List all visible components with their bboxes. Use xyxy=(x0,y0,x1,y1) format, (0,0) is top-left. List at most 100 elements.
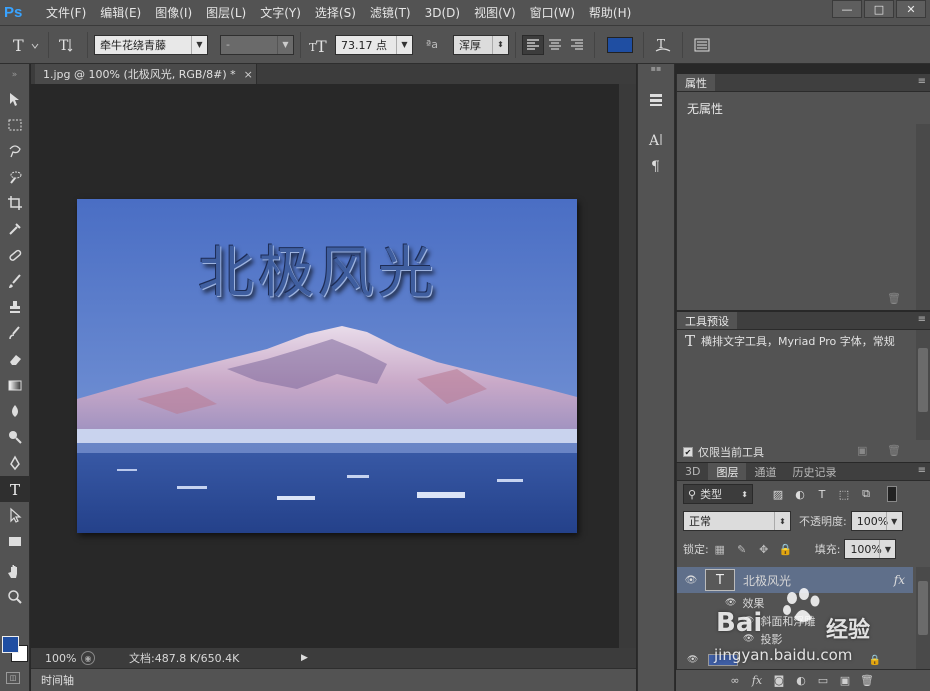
panel-menu-icon[interactable]: ≡ xyxy=(918,314,926,325)
align-center-button[interactable] xyxy=(544,35,566,55)
menu-3d[interactable]: 3D(D) xyxy=(425,6,460,20)
warp-text-icon[interactable]: T xyxy=(650,33,676,57)
menu-view[interactable]: 视图(V) xyxy=(474,4,516,21)
panel-grip-icon[interactable]: ▪▪ xyxy=(638,64,674,76)
trash-icon[interactable]: 🗑 xyxy=(887,444,901,457)
lock-position-icon[interactable]: ✥ xyxy=(753,543,775,556)
zoom-tool-icon[interactable] xyxy=(0,584,30,610)
hand-tool-icon[interactable] xyxy=(0,558,30,584)
lasso-tool-icon[interactable] xyxy=(0,138,30,164)
crop-tool-icon[interactable] xyxy=(0,190,30,216)
eye-icon[interactable]: 👁 xyxy=(725,598,736,608)
canvas-vertical-scrollbar[interactable] xyxy=(619,84,636,648)
trash-icon[interactable]: 🗑 xyxy=(887,292,901,305)
path-selection-tool-icon[interactable] xyxy=(0,502,30,528)
tab-layers[interactable]: 图层 xyxy=(708,463,747,480)
character-panel-icon[interactable]: A xyxy=(638,126,674,152)
menu-filter[interactable]: 滤镜(T) xyxy=(370,4,411,21)
move-tool-icon[interactable] xyxy=(0,86,30,112)
lock-transparent-icon[interactable]: ▦ xyxy=(709,543,731,556)
paragraph-panel-icon[interactable]: ¶ xyxy=(638,152,674,178)
font-family-select[interactable]: 牵牛花绕青藤 ▼ xyxy=(94,34,208,55)
panel-grip-icon[interactable]: » xyxy=(0,64,29,86)
add-mask-icon[interactable]: ◙ xyxy=(768,674,790,687)
close-tab-icon[interactable]: × xyxy=(244,68,253,81)
lock-image-icon[interactable]: ✎ xyxy=(731,543,753,556)
scrollbar-thumb[interactable] xyxy=(918,581,928,635)
clone-stamp-tool-icon[interactable] xyxy=(0,294,30,320)
zoom-level[interactable]: 100% xyxy=(31,652,77,665)
gradient-tool-icon[interactable] xyxy=(0,372,30,398)
filter-smart-object-icon[interactable]: ⧉ xyxy=(855,487,877,501)
brush-tool-icon[interactable] xyxy=(0,268,30,294)
panel-menu-icon[interactable]: ≡ xyxy=(918,76,926,87)
trash-icon[interactable]: 🗑 xyxy=(856,674,878,687)
menu-edit[interactable]: 编辑(E) xyxy=(100,4,141,21)
maximize-button[interactable]: □ xyxy=(864,0,894,18)
timeline-panel-tab[interactable]: 时间轴 xyxy=(31,668,636,691)
effect-shadow-row[interactable]: 👁 投影 xyxy=(677,630,913,648)
eye-icon[interactable]: 👁 xyxy=(687,655,698,665)
fill-field[interactable]: 100% ▼ xyxy=(844,539,897,559)
toggle-orientation-icon[interactable]: T xyxy=(55,33,81,57)
menu-select[interactable]: 选择(S) xyxy=(315,4,356,21)
history-panel-icon[interactable] xyxy=(638,86,674,112)
layers-scrollbar[interactable] xyxy=(916,567,930,669)
new-preset-icon[interactable]: ▣ xyxy=(857,444,867,457)
tab-channels[interactable]: 通道 xyxy=(746,463,784,480)
share-icon[interactable]: ◉ xyxy=(81,651,95,665)
menu-type[interactable]: 文字(Y) xyxy=(260,4,301,21)
layer-row[interactable]: 👁 T 北极风光 fx xyxy=(677,567,913,593)
new-group-icon[interactable]: ▭ xyxy=(812,674,834,687)
quick-mask-icon[interactable]: ◫ xyxy=(6,672,20,684)
minimize-button[interactable]: — xyxy=(832,0,862,18)
filter-toggle[interactable] xyxy=(887,486,897,502)
color-swatches[interactable] xyxy=(2,636,30,664)
add-style-icon[interactable]: fx xyxy=(746,674,768,687)
lock-all-icon[interactable]: 🔒 xyxy=(775,543,797,556)
fx-icon[interactable]: fx xyxy=(894,573,905,587)
filter-adjustment-icon[interactable]: ◐ xyxy=(789,488,811,501)
play-arrow-icon[interactable]: ▶ xyxy=(301,653,308,663)
menu-file[interactable]: 文件(F) xyxy=(46,4,86,21)
blend-mode-select[interactable]: 正常 ⬍ xyxy=(683,511,791,531)
tab-3d[interactable]: 3D xyxy=(677,463,708,480)
eye-icon[interactable]: 👁 xyxy=(677,575,705,586)
blur-tool-icon[interactable] xyxy=(0,398,30,424)
tool-preset-item[interactable]: T 横排文字工具，Myriad Pro 字体，常规 xyxy=(677,330,915,352)
filter-type-icon[interactable]: T xyxy=(811,488,833,501)
marquee-tool-icon[interactable] xyxy=(0,112,30,138)
close-button[interactable]: ✕ xyxy=(896,0,926,18)
panel-menu-icon[interactable]: ≡ xyxy=(918,465,926,476)
healing-brush-tool-icon[interactable] xyxy=(0,242,30,268)
dodge-tool-icon[interactable] xyxy=(0,424,30,450)
eye-icon[interactable]: 👁 xyxy=(743,616,754,626)
new-layer-icon[interactable]: ▣ xyxy=(834,674,856,687)
align-left-button[interactable] xyxy=(522,34,544,55)
scrollbar-thumb[interactable] xyxy=(918,348,928,412)
opacity-field[interactable]: 100% ▼ xyxy=(850,511,903,531)
menu-help[interactable]: 帮助(H) xyxy=(589,4,631,21)
menu-image[interactable]: 图像(I) xyxy=(155,4,192,21)
tool-presets-scrollbar[interactable] xyxy=(916,330,930,440)
antialias-select[interactable]: 浑厚 ⬍ xyxy=(453,34,509,55)
pen-tool-icon[interactable] xyxy=(0,450,30,476)
quick-selection-tool-icon[interactable] xyxy=(0,164,30,190)
menu-window[interactable]: 窗口(W) xyxy=(530,4,575,21)
tab-properties[interactable]: 属性 xyxy=(677,74,715,91)
effects-row[interactable]: 👁 效果 xyxy=(677,594,913,612)
layer-name[interactable]: 北极风光 xyxy=(743,572,791,589)
background-layer-row[interactable]: 👁 🔒 xyxy=(677,651,913,669)
current-tool-only-checkbox[interactable]: ✔ 仅限当前工具 xyxy=(683,444,764,460)
type-tool-preset-icon[interactable]: T xyxy=(8,33,42,57)
layer-filter-select[interactable]: ⚲ 类型 ⬍ xyxy=(683,484,753,504)
character-panel-icon[interactable] xyxy=(689,33,715,57)
eye-icon[interactable]: 👁 xyxy=(743,634,754,644)
tab-tool-presets[interactable]: 工具预设 xyxy=(677,312,737,329)
link-layers-icon[interactable]: ∞ xyxy=(724,674,746,687)
text-color-swatch[interactable] xyxy=(607,36,633,53)
eyedropper-tool-icon[interactable] xyxy=(0,216,30,242)
filter-shape-icon[interactable]: ⬚ xyxy=(833,488,855,501)
adjustment-layer-icon[interactable]: ◐ xyxy=(790,674,812,687)
history-brush-tool-icon[interactable] xyxy=(0,320,30,346)
